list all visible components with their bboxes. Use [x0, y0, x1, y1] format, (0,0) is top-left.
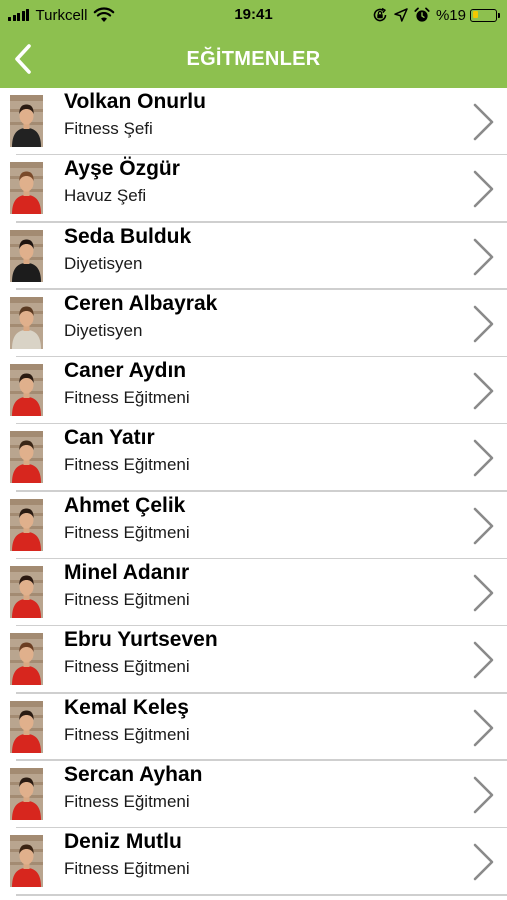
instructor-row[interactable]: Kemal Keleş Fitness Eğitmeni — [0, 694, 507, 762]
avatar — [10, 431, 43, 484]
instructor-name: Seda Bulduk — [64, 224, 192, 248]
avatar — [10, 633, 43, 686]
chevron-right-icon — [473, 709, 494, 746]
chevron-right-icon — [473, 440, 494, 477]
avatar — [10, 229, 43, 282]
location-icon — [394, 8, 408, 22]
instructor-row[interactable]: Can Yatır Fitness Eğitmeni — [0, 424, 507, 493]
chevron-right-icon — [473, 642, 494, 679]
instructor-role: Fitness Eğitmeni — [64, 724, 190, 744]
nav-bar: EĞİTMENLER — [0, 30, 507, 88]
instructor-name: Caner Aydın — [64, 359, 187, 383]
wifi-icon — [94, 7, 115, 22]
page-title: EĞİTMENLER — [186, 48, 321, 70]
instructor-name: Minel Adanır — [64, 561, 190, 585]
chevron-right-icon — [473, 507, 494, 545]
avatar — [10, 296, 43, 349]
chevron-right-icon — [473, 372, 494, 410]
screen-lock-icon — [373, 7, 387, 22]
instructor-row[interactable]: Ebru Yurtseven Fitness Eğitmeni — [0, 626, 507, 694]
avatar — [10, 162, 43, 215]
instructor-role: Diyetisyen — [64, 320, 143, 340]
instructor-role: Diyetisyen — [64, 253, 143, 273]
battery-percent: %19 — [435, 6, 466, 24]
status-bar: Turkcell 19:41 %19 — [0, 0, 507, 30]
instructor-name: Sercan Ayhan — [64, 762, 203, 786]
chevron-right-icon — [473, 305, 494, 343]
instructor-row[interactable]: Minel Adanır Fitness Eğitmeni — [0, 559, 507, 627]
instructor-name: Ceren Albayrak — [64, 291, 218, 315]
avatar — [10, 767, 43, 820]
instructor-role: Fitness Eğitmeni — [64, 590, 190, 610]
chevron-right-icon — [473, 170, 494, 208]
chevron-right-icon — [473, 776, 494, 814]
chevron-right-icon — [473, 238, 494, 275]
avatar — [10, 700, 43, 753]
instructor-role: Fitness Eğitmeni — [64, 522, 190, 542]
instructor-role: Fitness Şefi — [64, 119, 153, 138]
chevron-right-icon — [473, 574, 494, 612]
instructor-row[interactable]: Caner Aydın Fitness Eğitmeni — [0, 357, 507, 425]
avatar — [10, 498, 43, 551]
status-right: %19 — [372, 5, 500, 25]
instructor-role: Fitness Eğitmeni — [64, 455, 190, 475]
instructor-list: Volkan Onurlu Fitness Şefi Ayşe Özgür Ha… — [0, 88, 507, 896]
avatar — [10, 95, 43, 147]
instructor-name: Ahmet Çelik — [64, 493, 186, 517]
instructor-row[interactable]: Ceren Albayrak Diyetisyen — [0, 290, 507, 358]
instructor-name: Ebru Yurtseven — [64, 628, 218, 652]
instructor-row[interactable]: Ayşe Özgür Havuz Şefi — [0, 155, 507, 223]
instructor-row[interactable]: Sercan Ayhan Fitness Eğitmeni — [0, 761, 507, 829]
instructor-role: Havuz Şefi — [64, 186, 147, 206]
instructor-name: Volkan Onurlu — [64, 90, 206, 113]
instructor-row[interactable]: Ahmet Çelik Fitness Eğitmeni — [0, 492, 507, 560]
status-left: Turkcell — [8, 5, 115, 25]
chevron-left-icon — [15, 44, 31, 74]
avatar — [10, 835, 43, 888]
app-header: Turkcell 19:41 %19 EĞİTMENLER — [0, 0, 507, 88]
instructor-role: Fitness Eğitmeni — [64, 657, 190, 677]
back-button[interactable] — [6, 40, 40, 78]
instructor-name: Kemal Keleş — [64, 695, 189, 719]
alarm-icon — [414, 7, 430, 22]
instructor-row[interactable]: Deniz Mutlu Fitness Eğitmeni — [0, 828, 507, 896]
avatar — [10, 364, 43, 417]
avatar — [10, 566, 43, 619]
battery-icon — [470, 8, 500, 22]
instructor-name: Deniz Mutlu — [64, 830, 182, 854]
instructor-role: Fitness Eğitmeni — [64, 859, 190, 879]
instructor-name: Ayşe Özgür — [64, 157, 180, 181]
instructor-row[interactable]: Seda Bulduk Diyetisyen — [0, 223, 507, 291]
instructor-role: Fitness Eğitmeni — [64, 791, 190, 811]
signal-icon — [8, 9, 31, 21]
chevron-right-icon — [473, 843, 494, 881]
instructor-role: Fitness Eğitmeni — [64, 388, 190, 408]
instructor-row[interactable]: Volkan Onurlu Fitness Şefi — [0, 88, 507, 156]
carrier-name: Turkcell — [35, 6, 88, 24]
instructor-name: Can Yatır — [64, 426, 155, 450]
chevron-right-icon — [473, 103, 494, 141]
